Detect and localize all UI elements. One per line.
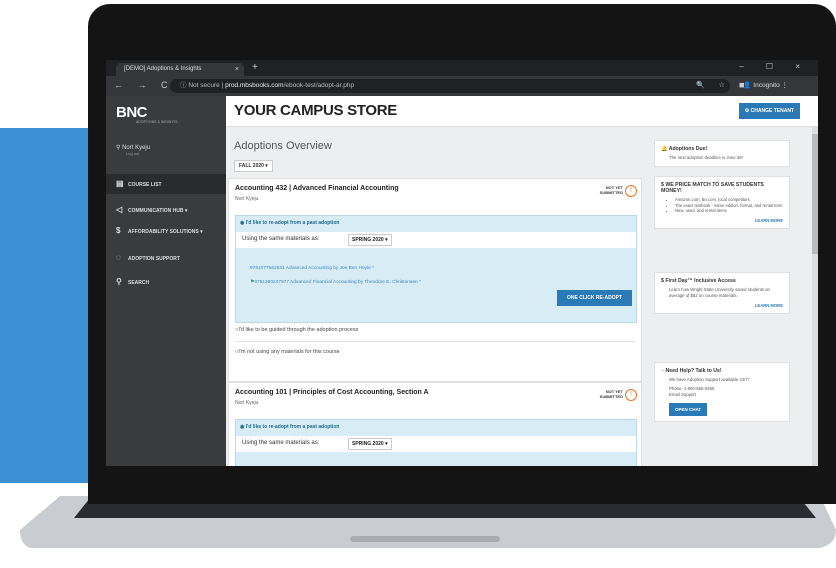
sidebar-item-label: COURSE LIST xyxy=(128,182,162,188)
readopt-label: I'd like to re-adopt from a past adoptio… xyxy=(245,220,340,226)
page-header: YOUR CAMPUS STORE ⚙ CHANGE TENANT xyxy=(226,96,818,127)
change-tenant-button[interactable]: ⚙ CHANGE TENANT xyxy=(738,103,800,119)
sidebar-item-adoption-support[interactable]: ◌ ADOPTION SUPPORT xyxy=(106,248,226,268)
incognito-profile[interactable]: 👤 Incognito ⋮ xyxy=(743,81,788,89)
readopt-option[interactable]: ◉ I'd like to re-adopt from a past adopt… xyxy=(240,424,339,430)
adoptions-due-card: 🔔 Adoptions Due! The next adoption deadl… xyxy=(654,140,790,167)
first-day-card: $ First Day™ Inclusive Access Learn how … xyxy=(654,272,790,314)
new-tab-icon[interactable]: + xyxy=(252,62,258,73)
help-email[interactable]: Email Support xyxy=(669,392,783,398)
sidebar-item-search[interactable]: ⚲ SEARCH xyxy=(106,272,226,292)
price-match-list: Amazon.com, Bn.com, local competitors Th… xyxy=(675,197,783,214)
laptop-base xyxy=(20,496,836,548)
materials-row: Using the same materials as: SPRING 2020… xyxy=(236,436,636,452)
book-link[interactable]: ⚑9781260247977 Advanced Financial Accoun… xyxy=(250,280,421,285)
course-instructor: Nort Kyeju xyxy=(235,400,259,406)
window-controls[interactable]: – ☐ × xyxy=(739,62,810,71)
first-day-heading: $ First Day™ Inclusive Access xyxy=(661,278,736,284)
clipboard-icon: ▤ xyxy=(116,179,124,188)
sidebar-item-course-list[interactable]: ▤ COURSE LIST xyxy=(106,174,226,194)
list-item: New, used, and rental items xyxy=(675,208,783,214)
warning-icon: ! xyxy=(625,185,637,197)
help-heading: ◌ Need Help? Talk to Us! xyxy=(661,368,722,374)
warning-icon: ! xyxy=(625,389,637,401)
sidebar-item-label: COMMUNICATION HUB xyxy=(128,208,184,214)
materials-term-select[interactable]: SPRING 2020 ▾ xyxy=(348,234,392,246)
tab-title: [DEMO] Adoptions & Insights xyxy=(124,66,202,72)
dollar-icon: $ xyxy=(116,226,121,235)
incognito-label: Incognito xyxy=(753,82,780,89)
no-materials-option[interactable]: ○I'm not using any materials for this co… xyxy=(235,349,340,355)
materials-term-select[interactable]: SPRING 2020 ▾ xyxy=(348,438,392,450)
browser-window: [DEMO] Adoptions & Insights × + – ☐ × ← … xyxy=(106,60,818,466)
course-instructor: Nort Kyeju xyxy=(235,196,259,202)
readopt-panel: ◉ I'd like to re-adopt from a past adopt… xyxy=(235,419,637,466)
scrollbar[interactable] xyxy=(812,126,818,466)
price-match-title: WE PRICE MATCH TO SAVE STUDENTS MONEY! xyxy=(661,182,764,194)
sidebar-item-affordability[interactable]: $ AFFORDABILITY SOLUTIONS ▾ xyxy=(106,224,226,244)
materials-label: Using the same materials as: xyxy=(242,236,320,242)
term-select[interactable]: FALL 2020 ▾ xyxy=(234,160,273,172)
browser-tab[interactable]: [DEMO] Adoptions & Insights × xyxy=(116,63,244,76)
course-title[interactable]: Accounting 101 | Principles of Cost Acco… xyxy=(235,389,429,396)
status-badge: NOT YET SUBMITTED xyxy=(599,389,623,399)
help-title: Need Help? Talk to Us! xyxy=(665,368,722,374)
learn-more-link[interactable]: LEARN MORE xyxy=(661,218,783,223)
sidebar-item-label: ADOPTION SUPPORT xyxy=(128,256,180,262)
sidebar-item-label: SEARCH xyxy=(128,280,150,286)
book-label: 9781260247977 Advanced Financial Account… xyxy=(254,280,421,285)
sidebar-item-label: AFFORDABILITY SOLUTIONS xyxy=(128,229,199,235)
user-account[interactable]: ⚲ Nort Kyeju Log out xyxy=(116,144,150,156)
no-materials-label: I'm not using any materials for this cou… xyxy=(238,349,340,355)
first-day-text: Learn how Wright State University saved … xyxy=(669,287,770,298)
close-tab-icon[interactable]: × xyxy=(235,63,239,76)
scrollbar-thumb[interactable] xyxy=(812,134,818,254)
materials-label: Using the same materials as: xyxy=(242,440,320,446)
tab-bar: [DEMO] Adoptions & Insights × + – ☐ × xyxy=(106,60,818,76)
book-link[interactable]: 9781077662831 Advanced Accounting by Joe… xyxy=(250,266,374,271)
status-badge: NOT YET SUBMITTED xyxy=(599,185,623,195)
help-text: We have Adoption Support available 24/7! xyxy=(669,377,749,382)
one-click-readopt-button[interactable]: ONE CLICK RE-ADOPT xyxy=(557,290,632,306)
open-chat-button[interactable]: OPEN CHAT xyxy=(669,403,708,416)
course-title[interactable]: Accounting 432 | Advanced Financial Acco… xyxy=(235,185,399,192)
chat-icon: ◌ xyxy=(116,253,121,262)
sidebar-item-communication-hub[interactable]: ◁ COMMUNICATION HUB ▾ xyxy=(106,200,226,220)
logo-subtitle: ADOPTIONS & INSIGHTS xyxy=(136,120,178,124)
help-card: ◌ Need Help? Talk to Us! We have Adoptio… xyxy=(654,362,790,422)
overview-title: Adoptions Overview xyxy=(234,140,332,152)
page-title: YOUR CAMPUS STORE xyxy=(234,102,397,119)
course-card: Accounting 101 | Principles of Cost Acco… xyxy=(228,382,642,466)
readopt-label: I'd like to re-adopt from a past adoptio… xyxy=(245,424,340,430)
readopt-option[interactable]: ◉ I'd like to re-adopt from a past adopt… xyxy=(240,220,339,226)
address-bar-row: ← → C ⓘ Not secure | prod.mbsbooks.com/e… xyxy=(106,76,818,96)
guided-label: I'd like to be guided through the adopti… xyxy=(238,327,359,333)
materials-row: Using the same materials as: SPRING 2020… xyxy=(236,232,636,248)
divider xyxy=(235,341,635,342)
bell-icon: 🔔 Adoptions Due! xyxy=(661,146,708,152)
guided-option[interactable]: ○I'd like to be guided through the adopt… xyxy=(235,327,358,333)
search-icon: ⚲ xyxy=(116,277,122,286)
price-match-heading: $ WE PRICE MATCH TO SAVE STUDENTS MONEY! xyxy=(661,182,764,194)
security-label: Not secure xyxy=(188,82,220,89)
learn-more-link[interactable]: LEARN MORE xyxy=(661,303,783,308)
course-card: Accounting 432 | Advanced Financial Acco… xyxy=(228,178,642,382)
readopt-panel: ◉ I'd like to re-adopt from a past adopt… xyxy=(235,215,637,323)
url-host: prod.mbsbooks.com xyxy=(225,82,284,89)
due-title: Adoptions Due! xyxy=(668,146,708,152)
navigation-icons[interactable]: ← → C xyxy=(114,80,174,90)
url-path: /ebook-test/adopt-ar.php xyxy=(283,82,355,89)
price-match-card: $ WE PRICE MATCH TO SAVE STUDENTS MONEY!… xyxy=(654,176,790,229)
logout-link[interactable]: Log out xyxy=(126,151,150,156)
url-field[interactable]: ⓘ Not secure | prod.mbsbooks.com/ebook-t… xyxy=(170,79,730,93)
due-text: The next adoption deadline is June 30! xyxy=(669,155,743,160)
sidebar: BNC ADOPTIONS & INSIGHTS ⚲ Nort Kyeju Lo… xyxy=(106,96,226,466)
megaphone-icon: ◁ xyxy=(116,205,123,214)
bnc-logo[interactable]: BNC xyxy=(116,104,148,121)
first-day-title: First Day™ Inclusive Access xyxy=(665,278,736,284)
